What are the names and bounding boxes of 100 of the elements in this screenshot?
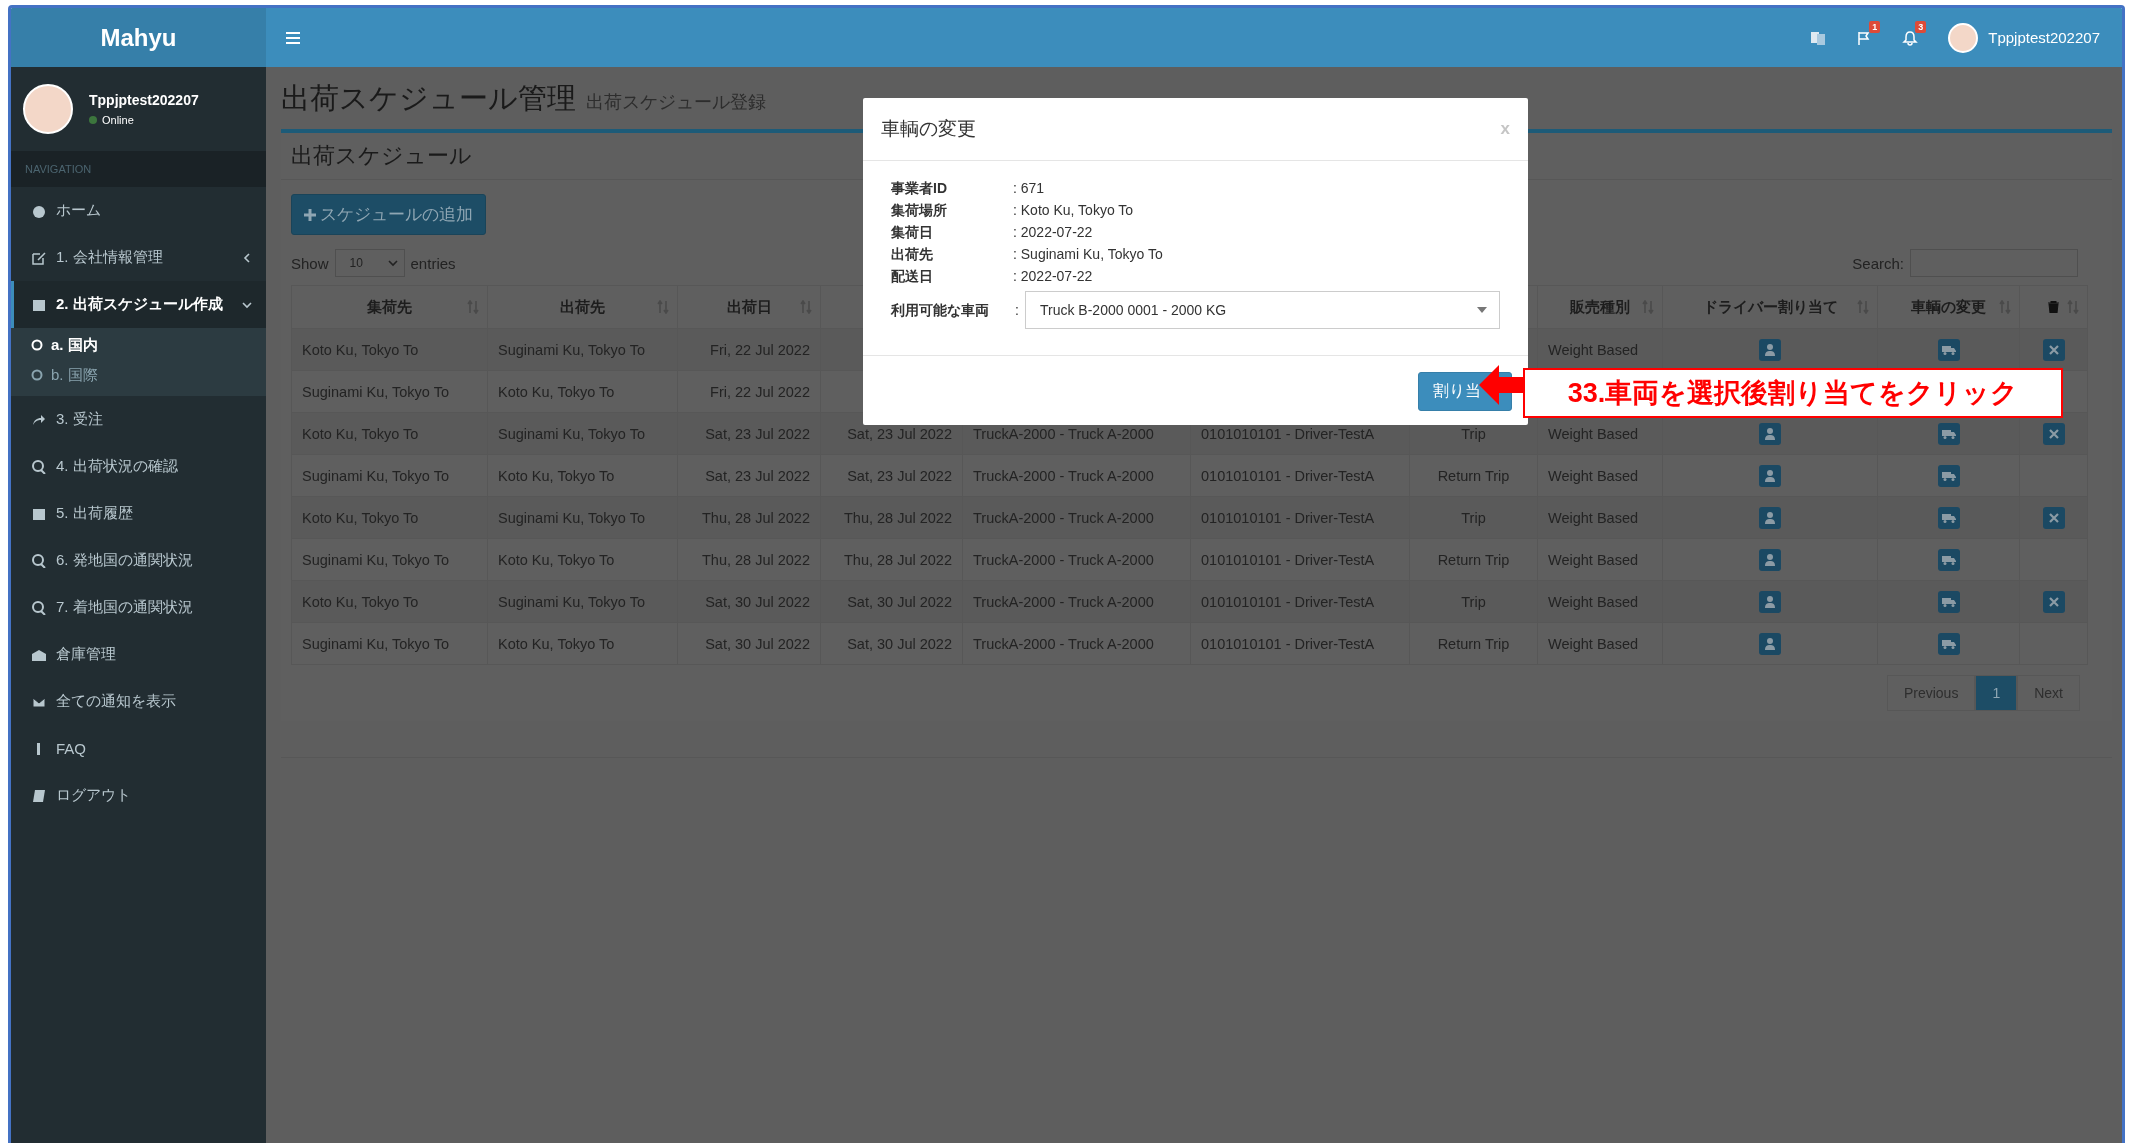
assign-driver-button[interactable] xyxy=(1759,632,1781,655)
delete-button[interactable] xyxy=(2042,338,2065,361)
search-icon xyxy=(32,553,46,568)
chevron-down-icon xyxy=(387,259,398,267)
vehicle-select[interactable]: Truck B-2000 0001 - 2000 KG xyxy=(1025,291,1500,329)
nav-item[interactable]: 全ての通知を表示 xyxy=(11,678,266,725)
table-cell: 0101010101 - Driver-TestA xyxy=(1201,635,1375,652)
warehouse-icon xyxy=(32,647,46,662)
search-label: Search: xyxy=(1852,254,1904,272)
change-vehicle-button[interactable] xyxy=(1937,590,1960,613)
field-value: : 671 xyxy=(1013,179,1045,198)
change-vehicle-button[interactable] xyxy=(1937,506,1960,529)
table-cell: 0101010101 - Driver-TestA xyxy=(1201,551,1375,568)
table-cell: Trip xyxy=(1461,509,1486,526)
truck-icon xyxy=(1941,344,1956,355)
nav-item[interactable]: 2. 出荷スケジュール作成 xyxy=(11,281,266,328)
table-cell: TruckA-2000 - Truck A-2000 xyxy=(973,635,1154,652)
bell-icon[interactable] xyxy=(1902,29,1919,46)
table-cell: Weight Based xyxy=(1548,467,1638,484)
person-icon xyxy=(1765,595,1775,608)
nav-item[interactable]: 7. 着地国の通関状況 xyxy=(11,584,266,631)
nav-item[interactable]: 4. 出荷状況の確認 xyxy=(11,443,266,490)
nav-item[interactable]: 5. 出荷履歴 xyxy=(11,490,266,537)
table-cell: Suginami Ku, Tokyo To xyxy=(302,467,449,484)
table-cell: Return Trip xyxy=(1437,467,1510,484)
change-vehicle-button[interactable] xyxy=(1937,338,1960,361)
table-cell: Koto Ku, Tokyo To xyxy=(498,383,615,400)
column-header[interactable]: 出荷日 xyxy=(677,285,821,329)
dropdown-icon xyxy=(1477,307,1487,313)
change-vehicle-button[interactable] xyxy=(1937,422,1960,445)
section-label: NAVIGATION xyxy=(11,151,266,187)
online-status-icon xyxy=(89,116,97,124)
nav-item[interactable]: ホーム xyxy=(11,187,266,234)
column-header[interactable]: 車輌の変更 xyxy=(1877,285,2020,329)
search-icon xyxy=(32,600,46,615)
delete-button[interactable] xyxy=(2042,422,2065,445)
table-cell: Koto Ku, Tokyo To xyxy=(498,635,615,652)
field-value: : Suginami Ku, Tokyo To xyxy=(1013,245,1163,264)
nav-item[interactable]: 3. 受注 xyxy=(11,396,266,443)
separator: : xyxy=(1015,301,1020,320)
table-cell: Sat, 23 Jul 2022 xyxy=(705,467,810,484)
person-icon xyxy=(1765,427,1775,440)
field-label: 出荷先 xyxy=(891,245,934,264)
app-logo[interactable]: Mahyu xyxy=(11,8,266,67)
avatar xyxy=(23,84,73,134)
truck-icon xyxy=(1941,512,1956,523)
nav-item[interactable]: ログアウト xyxy=(11,772,266,819)
table-cell: Sat, 30 Jul 2022 xyxy=(705,635,810,652)
column-header[interactable]: 出荷先 xyxy=(487,285,678,329)
avatar[interactable] xyxy=(1948,22,1979,53)
person-icon xyxy=(1765,511,1775,524)
column-header[interactable] xyxy=(2019,285,2088,329)
table-cell: TruckA-2000 - Truck A-2000 xyxy=(973,551,1154,568)
trash-icon xyxy=(2048,301,2059,313)
person-icon xyxy=(1765,637,1775,650)
truck-icon xyxy=(1941,596,1956,607)
close-icon xyxy=(2048,344,2059,355)
table-cell: Trip xyxy=(1461,593,1486,610)
table-cell: Thu, 28 Jul 2022 xyxy=(843,551,952,568)
field-label: 事業者ID xyxy=(891,179,948,198)
translate-icon[interactable] xyxy=(1810,29,1827,46)
plus-icon xyxy=(304,208,316,221)
truck-icon xyxy=(1941,470,1956,481)
assign-driver-button[interactable] xyxy=(1759,338,1781,361)
close-icon xyxy=(2048,428,2059,439)
assign-driver-button[interactable] xyxy=(1759,464,1781,487)
edit-icon xyxy=(32,250,46,265)
column-header[interactable]: 販売種別 xyxy=(1537,285,1663,329)
page-size-select[interactable]: 10 xyxy=(334,249,405,277)
table-cell: Weight Based xyxy=(1548,635,1638,652)
person-icon xyxy=(1765,343,1775,356)
delete-button[interactable] xyxy=(2042,506,2065,529)
table-cell: Trip xyxy=(1461,425,1486,442)
table-cell: 0101010101 - Driver-TestA xyxy=(1201,467,1375,484)
change-vehicle-button[interactable] xyxy=(1937,548,1960,571)
submenu-item[interactable]: a. 国内 xyxy=(11,330,266,360)
page-button[interactable]: 1 xyxy=(1975,675,2018,711)
field-value: : 2022-07-22 xyxy=(1013,223,1093,242)
nav-item[interactable]: 6. 発地国の通関状況 xyxy=(11,537,266,584)
assign-driver-button[interactable] xyxy=(1759,422,1781,445)
assign-driver-button[interactable] xyxy=(1759,590,1781,613)
add-schedule-button[interactable]: スケジュールの追加 xyxy=(291,194,486,235)
annotation-callout: 33.車両を選択後割り当てをクリック xyxy=(1523,368,2063,418)
table-cell: Suginami Ku, Tokyo To xyxy=(302,551,449,568)
column-header[interactable]: 集荷先 xyxy=(291,285,488,329)
assign-driver-button[interactable] xyxy=(1759,548,1781,571)
table-cell: Suginami Ku, Tokyo To xyxy=(302,383,449,400)
nav-item[interactable]: 1. 会社情報管理 xyxy=(11,234,266,281)
user-name[interactable]: Tppjptest202207 xyxy=(1988,29,2100,46)
nav-item[interactable]: 倉庫管理 xyxy=(11,631,266,678)
change-vehicle-button[interactable] xyxy=(1937,632,1960,655)
page-title: 出荷スケジュール管理 xyxy=(281,81,576,116)
assign-driver-button[interactable] xyxy=(1759,506,1781,529)
column-header[interactable]: ドライバー割り当て xyxy=(1662,285,1878,329)
submenu-item[interactable]: b. 国際 xyxy=(11,360,266,390)
menu-icon[interactable] xyxy=(286,31,300,44)
show-label: Show xyxy=(291,254,329,272)
delete-button[interactable] xyxy=(2042,590,2065,613)
change-vehicle-button[interactable] xyxy=(1937,464,1960,487)
nav-item[interactable]: FAQ xyxy=(11,725,266,772)
